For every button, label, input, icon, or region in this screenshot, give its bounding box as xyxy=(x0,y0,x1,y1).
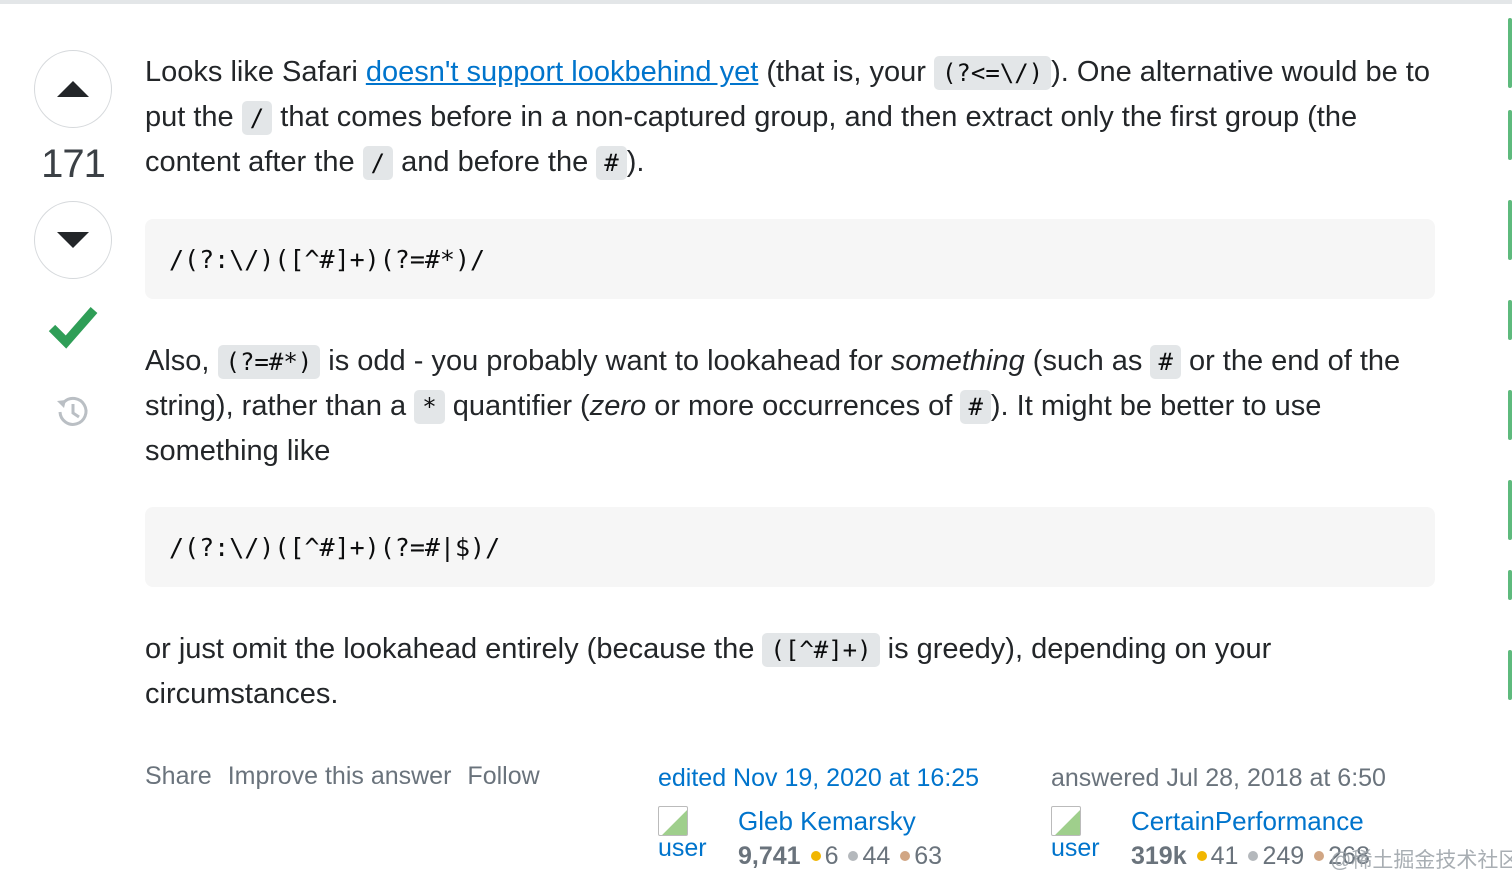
scrollbar-markers xyxy=(1508,0,1512,891)
answer-paragraph-1: Looks like Safari doesn't support lookbe… xyxy=(145,50,1435,185)
gold-badge-icon xyxy=(1196,850,1207,861)
share-link[interactable]: Share xyxy=(145,762,212,791)
answer-paragraph-3: or just omit the lookahead entirely (bec… xyxy=(145,627,1435,716)
bronze-badge-count: 63 xyxy=(914,842,943,870)
text: quantifier ( xyxy=(444,390,590,422)
broken-image-icon xyxy=(658,806,688,836)
text: or more occurrences of xyxy=(646,390,961,422)
broken-image-icon xyxy=(1051,806,1081,836)
inline-code: # xyxy=(1150,345,1181,379)
answer-body: Looks like Safari doesn't support lookbe… xyxy=(145,50,1435,716)
code-text: /(?:\/)([^#]+)(?=#|$)/ xyxy=(169,532,501,562)
upvote-icon xyxy=(57,81,89,97)
answerer-avatar[interactable]: user xyxy=(1051,806,1111,863)
text: ). xyxy=(626,146,645,178)
editor-signature: edited Nov 19, 2020 at 16:25 user Gleb K… xyxy=(658,764,979,870)
gold-badge-count: 6 xyxy=(824,842,839,870)
avatar-alt-text: user xyxy=(1051,834,1100,862)
inline-code: / xyxy=(241,101,273,135)
follow-link[interactable]: Follow xyxy=(467,762,539,791)
answerer-signature: answered Jul 28, 2018 at 6:50 user Certa… xyxy=(1051,764,1386,870)
inline-code: ([^#]+) xyxy=(762,633,880,667)
answered-time-link[interactable]: answered Jul 28, 2018 at 6:50 xyxy=(1051,764,1386,793)
text: and before the xyxy=(393,146,597,178)
text: that comes before in a non-captured grou… xyxy=(145,101,1358,178)
downvote-icon xyxy=(57,232,89,248)
post-menu: Share Improve this answer Follow xyxy=(145,762,540,791)
inline-code: # xyxy=(596,146,627,180)
text: Looks like Safari xyxy=(145,56,366,88)
text: (such as xyxy=(1024,345,1151,377)
text: Also, xyxy=(145,345,218,377)
silver-badge-icon xyxy=(1248,850,1259,861)
inline-code: (?<=\/) xyxy=(933,56,1052,90)
history-icon xyxy=(57,396,88,426)
reputation-score: 9,741 xyxy=(738,842,801,870)
text: is odd - you probably want to lookahead … xyxy=(320,345,891,377)
lookbehind-support-link[interactable]: doesn't support lookbehind yet xyxy=(366,56,758,88)
silver-badge-count: 44 xyxy=(862,842,891,870)
timeline-button[interactable] xyxy=(52,392,92,437)
watermark: @稀土掘金技术社区 xyxy=(1330,849,1512,872)
accepted-check-icon xyxy=(48,307,98,349)
bronze-badge-icon xyxy=(1314,850,1325,861)
improve-answer-link[interactable]: Improve this answer xyxy=(228,762,452,791)
top-border xyxy=(0,0,1512,4)
avatar-alt-text: user xyxy=(658,834,707,862)
silver-badge-count: 249 xyxy=(1262,842,1305,870)
inline-code: / xyxy=(362,146,394,180)
inline-code: * xyxy=(414,390,445,424)
code-block-1: /(?:\/)([^#]+)(?=#*)/ xyxy=(145,219,1435,299)
text: (that is, your xyxy=(758,56,934,88)
downvote-button[interactable] xyxy=(34,201,112,279)
code-block-2: /(?:\/)([^#]+)(?=#|$)/ xyxy=(145,507,1435,587)
edited-time-link[interactable]: edited Nov 19, 2020 at 16:25 xyxy=(658,764,979,793)
reputation-score: 319k xyxy=(1131,842,1187,870)
text: or just omit the lookahead entirely (bec… xyxy=(145,633,763,665)
answer-paragraph-2: Also, (?=#*) is odd - you probably want … xyxy=(145,339,1435,473)
answerer-name-link[interactable]: CertainPerformance xyxy=(1131,806,1364,837)
code-text: /(?:\/)([^#]+)(?=#*)/ xyxy=(169,244,486,274)
gold-badge-count: 41 xyxy=(1210,842,1239,870)
upvote-button[interactable] xyxy=(34,50,112,128)
gold-badge-icon xyxy=(810,850,821,861)
emphasis: something xyxy=(890,345,1025,377)
editor-avatar[interactable]: user xyxy=(658,806,718,863)
inline-code: (?=#*) xyxy=(217,345,321,379)
editor-reputation: 9,741 6 44 63 xyxy=(738,842,942,871)
emphasis: zero xyxy=(589,390,647,422)
editor-name-link[interactable]: Gleb Kemarsky xyxy=(738,806,916,837)
silver-badge-icon xyxy=(848,850,859,861)
inline-code: # xyxy=(960,390,991,424)
vote-count: 171 xyxy=(41,142,106,186)
bronze-badge-icon xyxy=(900,850,911,861)
accepted-answer-mark xyxy=(47,302,99,357)
